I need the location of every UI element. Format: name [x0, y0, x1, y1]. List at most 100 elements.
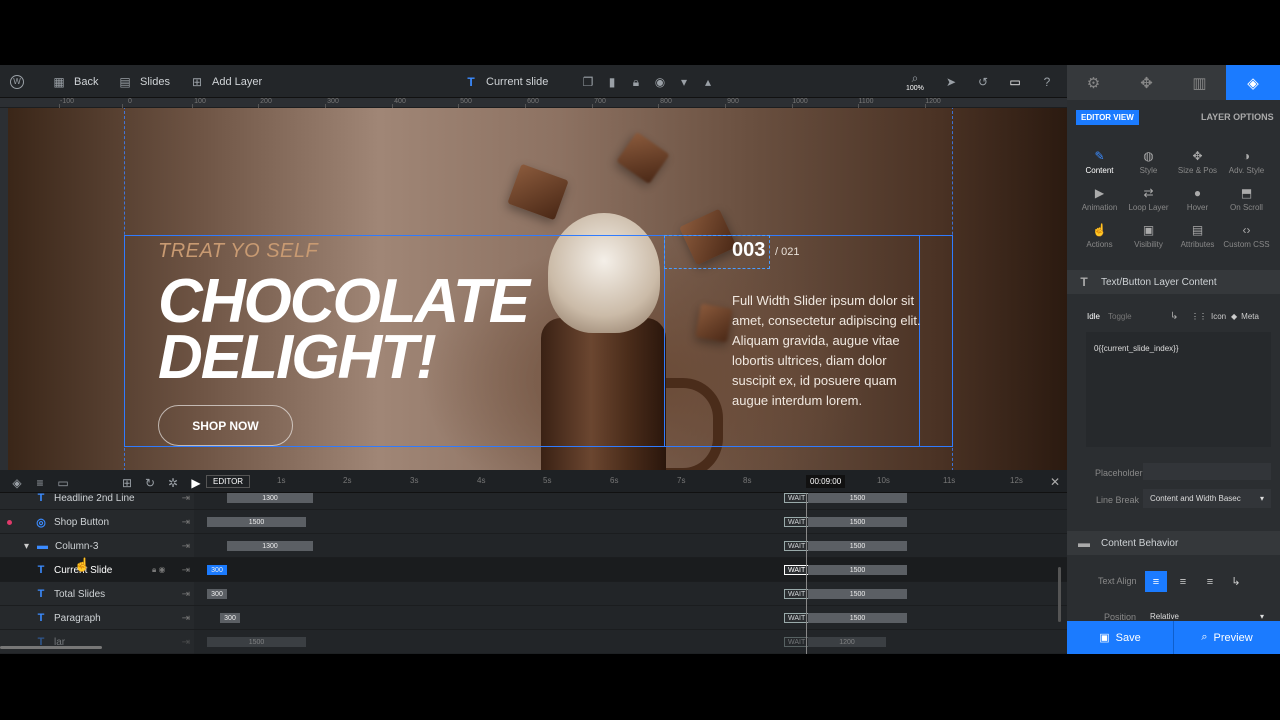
help-icon[interactable]: ?: [1040, 75, 1054, 89]
desktop-icon[interactable]: ▭: [1008, 75, 1022, 89]
option-adv-style[interactable]: ◑ Adv. Style: [1220, 149, 1273, 175]
collapse-icon[interactable]: ⇥: [182, 565, 190, 576]
collapse-icon[interactable]: ⇥: [182, 637, 190, 648]
align-left-icon[interactable]: ≡: [1145, 571, 1167, 592]
icon-button[interactable]: ⋮⋮ Icon: [1191, 312, 1226, 321]
option-custom-css[interactable]: ‹› Custom CSS: [1220, 223, 1273, 249]
collapse-icon[interactable]: ⇥: [182, 613, 190, 624]
timeline-row[interactable]: ▾ ▬ Column-3 ⇥ 1300 WAIT 1500: [0, 534, 1067, 558]
current-slide-number[interactable]: 003: [732, 239, 765, 262]
content-textarea[interactable]: 0{{current_slide_index}}: [1086, 332, 1271, 447]
option-attributes[interactable]: ▤ Attributes: [1171, 223, 1224, 249]
treat-subtitle[interactable]: TREAT YO SELF: [158, 240, 318, 263]
collapse-icon[interactable]: ⇥: [182, 589, 190, 600]
placeholder-input[interactable]: [1143, 463, 1271, 480]
ruler-tick-label: 600: [527, 98, 539, 105]
meta-button[interactable]: ◆ Meta: [1231, 312, 1259, 321]
horizontal-scrollbar[interactable]: [0, 646, 102, 649]
end-timing-bar[interactable]: 1500: [808, 613, 907, 623]
slide-canvas[interactable]: TREAT YO SELF CHOCOLATE DELIGHT! SHOP NO…: [8, 108, 1067, 470]
text-content-section[interactable]: T Text/Button Layer Content: [1067, 270, 1280, 294]
line-break-select[interactable]: Content and Width Basec ▾: [1143, 489, 1271, 508]
eye-icon[interactable]: ◉: [653, 75, 667, 89]
layer-name[interactable]: T Paragraph ⇥: [0, 606, 194, 630]
expand-icon[interactable]: ▾: [24, 541, 29, 552]
toggle-tab[interactable]: Toggle: [1108, 312, 1132, 321]
timeline-row[interactable]: T Current Slide ⇥ 🔒︎ ◉ 300 WAIT 1500: [0, 558, 1067, 582]
layer-name[interactable]: ▾ ▬ Column-3 ⇥: [0, 534, 194, 558]
wordpress-icon[interactable]: W: [10, 65, 24, 98]
layer-name[interactable]: T Current Slide ⇥ 🔒︎ ◉: [0, 558, 194, 582]
align-center-icon[interactable]: ≡: [1172, 571, 1194, 592]
timeline-row[interactable]: T Total Slides ⇥ 300 WAIT 1500: [0, 582, 1067, 606]
option-visibility[interactable]: ▣ Visibility: [1122, 223, 1175, 249]
chevron-down-icon[interactable]: ▾: [677, 75, 691, 89]
total-slides[interactable]: / 021: [775, 246, 799, 258]
mouse-icon: ●: [1193, 186, 1202, 200]
timing-bar[interactable]: 1500: [207, 517, 306, 527]
timeline-row[interactable]: Tlar ⇥ 1500 WAIT 1200: [0, 630, 1067, 654]
option-actions[interactable]: ☝ Actions: [1073, 223, 1126, 249]
lock-icon[interactable]: 🔒︎: [629, 75, 643, 89]
option-size-pos[interactable]: ✥ Size & Pos: [1171, 149, 1224, 175]
align-right-icon[interactable]: ≡: [1199, 571, 1221, 592]
lock-visibility-icons[interactable]: 🔒︎ ◉: [152, 565, 165, 575]
end-timing-bar[interactable]: 1500: [808, 565, 907, 575]
linebreak-icon[interactable]: ↳: [1170, 311, 1178, 322]
timeline-row[interactable]: T Paragraph ⇥ 300 WAIT 1500: [0, 606, 1067, 630]
option-animation[interactable]: ▶ Animation: [1073, 186, 1126, 212]
timing-bar[interactable]: 1500: [207, 637, 306, 647]
preview-button[interactable]: ⌕ Preview: [1174, 621, 1280, 654]
timing-bar[interactable]: 300: [207, 565, 227, 575]
option-style[interactable]: ◍ Style: [1122, 149, 1175, 175]
timing-bar[interactable]: 300: [207, 589, 227, 599]
paragraph-text[interactable]: Full Width Slider ipsum dolor sit amet, …: [732, 291, 922, 411]
option-loop-layer[interactable]: ⇄ Loop Layer: [1122, 186, 1175, 212]
option-hover[interactable]: ● Hover: [1171, 186, 1224, 212]
collapse-icon[interactable]: ⇥: [182, 493, 190, 504]
collapse-icon[interactable]: ⇥: [182, 541, 190, 552]
playhead-line[interactable]: [806, 493, 807, 654]
back-button[interactable]: ▦ Back: [52, 65, 98, 98]
end-timing-bar[interactable]: 1200: [808, 637, 886, 647]
timing-bar[interactable]: 300: [220, 613, 240, 623]
timeline-row[interactable]: T Headline 2nd Line ⇥ 1300 WAIT 1500: [0, 486, 1067, 510]
duplicate-icon[interactable]: ❐: [581, 75, 595, 89]
shop-now-button[interactable]: SHOP NOW: [158, 405, 293, 446]
slides-button[interactable]: ▤ Slides: [118, 65, 170, 98]
pointer-icon[interactable]: ➤: [944, 75, 958, 89]
slides-tab-icon[interactable]: ▥: [1173, 65, 1226, 100]
layer-name[interactable]: T Total Slides ⇥: [0, 582, 194, 606]
collapse-icon[interactable]: ⇥: [182, 517, 190, 528]
headline-line2[interactable]: DELIGHT!: [158, 327, 437, 389]
zoom-control[interactable]: ⌕ 100%: [906, 65, 924, 98]
add-layer-button[interactable]: ⊞ Add Layer: [190, 65, 262, 98]
content-behavior-section[interactable]: ▬ Content Behavior: [1067, 531, 1280, 555]
end-timing-bar[interactable]: 1500: [808, 517, 907, 527]
end-timing-bar[interactable]: 1500: [808, 589, 907, 599]
editor-view-badge[interactable]: EDITOR VIEW: [1076, 110, 1139, 125]
undo-icon[interactable]: ↺: [976, 75, 990, 89]
option-content[interactable]: ✎ Content: [1073, 149, 1126, 175]
option-on-scroll[interactable]: ⬒ On Scroll: [1220, 186, 1273, 212]
align-auto-icon[interactable]: ↳: [1225, 571, 1247, 592]
current-layer-label[interactable]: T Current slide: [464, 65, 548, 98]
vertical-scrollbar[interactable]: [1058, 567, 1061, 622]
save-button[interactable]: ▣ Save: [1067, 621, 1173, 654]
timing-bar[interactable]: 1300: [227, 493, 313, 503]
ruler-tick-label: 200: [260, 98, 272, 105]
end-timing-bar[interactable]: 1500: [808, 541, 907, 551]
chevron-up-icon[interactable]: ▴: [701, 75, 715, 89]
layer-name[interactable]: T Headline 2nd Line ⇥: [0, 486, 194, 510]
layer-name[interactable]: ◎ Shop Button ⇥: [0, 510, 194, 534]
settings-tab-icon[interactable]: ⚙: [1067, 65, 1120, 100]
trash-icon[interactable]: ▮: [605, 75, 619, 89]
end-timing-bar[interactable]: 1500: [808, 493, 907, 503]
timeline-row[interactable]: ◎ Shop Button ⇥ 1500 WAIT 1500: [0, 510, 1067, 534]
timing-bar[interactable]: 1300: [227, 541, 313, 551]
loop-icon: ⇄: [1143, 186, 1154, 200]
layers-tab-icon[interactable]: ◈: [1226, 65, 1280, 100]
idle-tab[interactable]: Idle: [1087, 312, 1100, 321]
layer-name[interactable]: Tlar ⇥: [0, 630, 194, 654]
navigation-tab-icon[interactable]: ✥: [1120, 65, 1173, 100]
